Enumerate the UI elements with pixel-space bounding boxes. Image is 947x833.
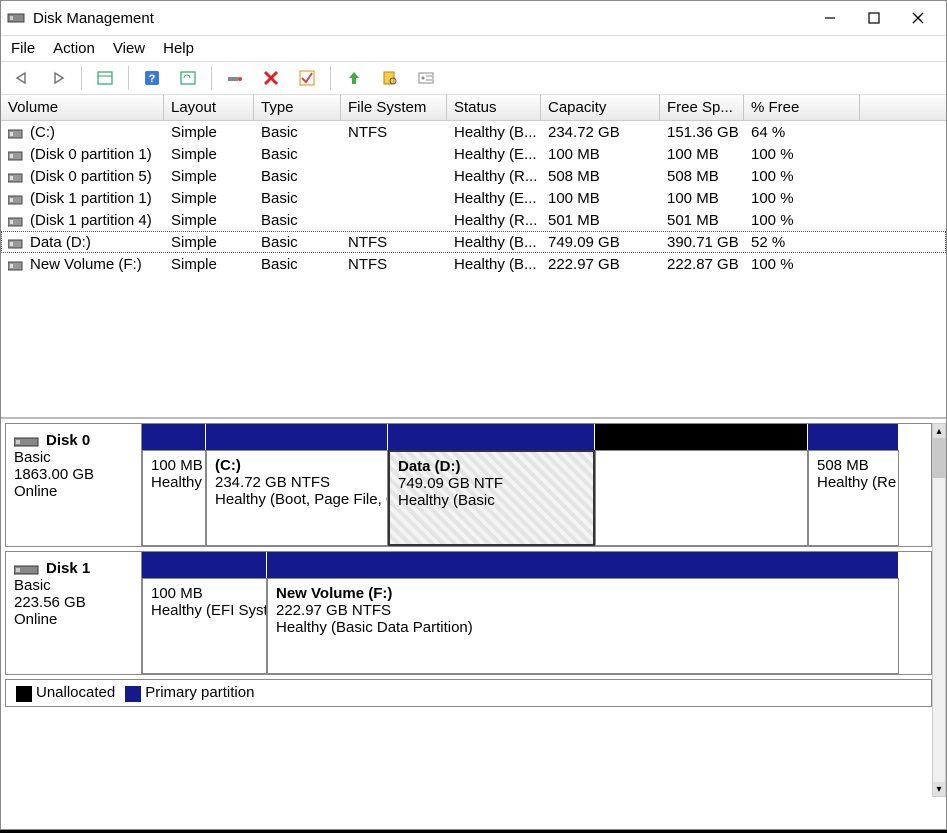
delete-button[interactable] (258, 65, 284, 91)
volume-row[interactable]: (Disk 0 partition 5)SimpleBasicHealthy (… (1, 165, 946, 187)
disk-partitions: 100 MBHealthy (EFI SystNew Volume (F:)22… (142, 552, 931, 674)
separator (128, 66, 129, 90)
disk-size: 1863.00 GB (14, 466, 94, 483)
titlebar[interactable]: Disk Management (1, 1, 946, 35)
back-button[interactable] (9, 65, 35, 91)
app-icon (7, 9, 25, 27)
toolbar: ? (1, 61, 946, 95)
col-freespace[interactable]: Free Sp... (660, 95, 744, 120)
partition-box[interactable]: New Volume (F:)222.97 GB NTFSHealthy (Ba… (267, 578, 899, 674)
disk-row-1[interactable]: Disk 1 Basic 223.56 GB Online 100 MBHeal… (5, 551, 932, 675)
vertical-scrollbar[interactable]: ▴ ▾ (932, 423, 946, 797)
disk-type: Basic (14, 577, 51, 594)
separator (81, 66, 82, 90)
svg-text:?: ? (149, 73, 156, 85)
up-button[interactable] (341, 65, 367, 91)
find-button[interactable] (377, 65, 403, 91)
disk-status: Online (14, 611, 57, 628)
scroll-up-icon[interactable]: ▴ (933, 424, 945, 438)
separator (330, 66, 331, 90)
col-pctfree[interactable]: % Free (744, 95, 860, 120)
volume-row[interactable]: Data (D:)SimpleBasicNTFSHealthy (B...749… (1, 231, 946, 253)
check-button[interactable] (294, 65, 320, 91)
disk-partitions: 100 MBHealthy(C:)234.72 GB NTFSHealthy (… (142, 424, 931, 546)
partition-box[interactable]: 100 MBHealthy (EFI Syst (142, 578, 267, 674)
maximize-button[interactable] (852, 4, 896, 32)
col-volume[interactable]: Volume (1, 95, 164, 120)
partition-box[interactable] (595, 450, 808, 546)
legend-primary: Primary partition (125, 684, 254, 701)
col-type[interactable]: Type (254, 95, 341, 120)
action-button[interactable] (222, 65, 248, 91)
col-filesystem[interactable]: File System (341, 95, 447, 120)
window-title: Disk Management (33, 10, 808, 27)
disk-row-0[interactable]: Disk 0 Basic 1863.00 GB Online 100 MBHea… (5, 423, 932, 547)
menu-action[interactable]: Action (53, 40, 95, 57)
stripe (142, 552, 931, 578)
volume-list-header: Volume Layout Type File System Status Ca… (1, 95, 946, 121)
volume-row[interactable]: (Disk 0 partition 1)SimpleBasicHealthy (… (1, 143, 946, 165)
menu-view[interactable]: View (113, 40, 145, 57)
disk-graphical-view: Disk 0 Basic 1863.00 GB Online 100 MBHea… (1, 419, 946, 829)
volume-row[interactable]: (C:)SimpleBasicNTFSHealthy (B...234.72 G… (1, 121, 946, 143)
volume-row[interactable]: (Disk 1 partition 1)SimpleBasicHealthy (… (1, 187, 946, 209)
help-button[interactable]: ? (139, 65, 165, 91)
forward-button[interactable] (45, 65, 71, 91)
menu-help[interactable]: Help (163, 40, 194, 57)
legend-unallocated: Unallocated (16, 684, 115, 701)
partitions-row: 100 MBHealthy(C:)234.72 GB NTFSHealthy (… (142, 450, 931, 546)
disk-size: 223.56 GB (14, 594, 86, 611)
refresh-button[interactable] (175, 65, 201, 91)
scroll-thumb[interactable] (933, 438, 945, 478)
disk-label: Disk 1 (46, 560, 90, 577)
col-layout[interactable]: Layout (164, 95, 254, 120)
disk-type: Basic (14, 449, 51, 466)
disk-status: Online (14, 483, 57, 500)
disk-icon (14, 435, 42, 447)
view-button[interactable] (92, 65, 118, 91)
stripe (142, 424, 931, 450)
partition-box[interactable]: (C:)234.72 GB NTFSHealthy (Boot, Page Fi… (206, 450, 388, 546)
partition-box[interactable]: 100 MBHealthy (142, 450, 206, 546)
separator (211, 66, 212, 90)
col-spacer (860, 95, 946, 120)
legend: Unallocated Primary partition (5, 679, 932, 707)
partition-box[interactable]: Data (D:)749.09 GB NTFHealthy (Basic (388, 450, 595, 546)
minimize-button[interactable] (808, 4, 852, 32)
close-button[interactable] (896, 4, 940, 32)
menu-file[interactable]: File (11, 40, 35, 57)
disk-info: Disk 1 Basic 223.56 GB Online (6, 552, 142, 674)
col-status[interactable]: Status (447, 95, 541, 120)
disk-label: Disk 0 (46, 432, 90, 449)
volume-row[interactable]: New Volume (F:)SimpleBasicNTFSHealthy (B… (1, 253, 946, 275)
disk-icon (14, 563, 42, 575)
properties-button[interactable] (413, 65, 439, 91)
partitions-row: 100 MBHealthy (EFI SystNew Volume (F:)22… (142, 578, 931, 674)
volume-list[interactable]: (C:)SimpleBasicNTFSHealthy (B...234.72 G… (1, 121, 946, 419)
menubar: File Action View Help (1, 35, 946, 61)
scroll-down-icon[interactable]: ▾ (933, 782, 945, 796)
disk-management-window: Disk Management File Action View Help ? … (0, 0, 947, 830)
col-capacity[interactable]: Capacity (541, 95, 660, 120)
volume-row[interactable]: (Disk 1 partition 4)SimpleBasicHealthy (… (1, 209, 946, 231)
partition-box[interactable]: 508 MBHealthy (Re (808, 450, 899, 546)
disk-info: Disk 0 Basic 1863.00 GB Online (6, 424, 142, 546)
